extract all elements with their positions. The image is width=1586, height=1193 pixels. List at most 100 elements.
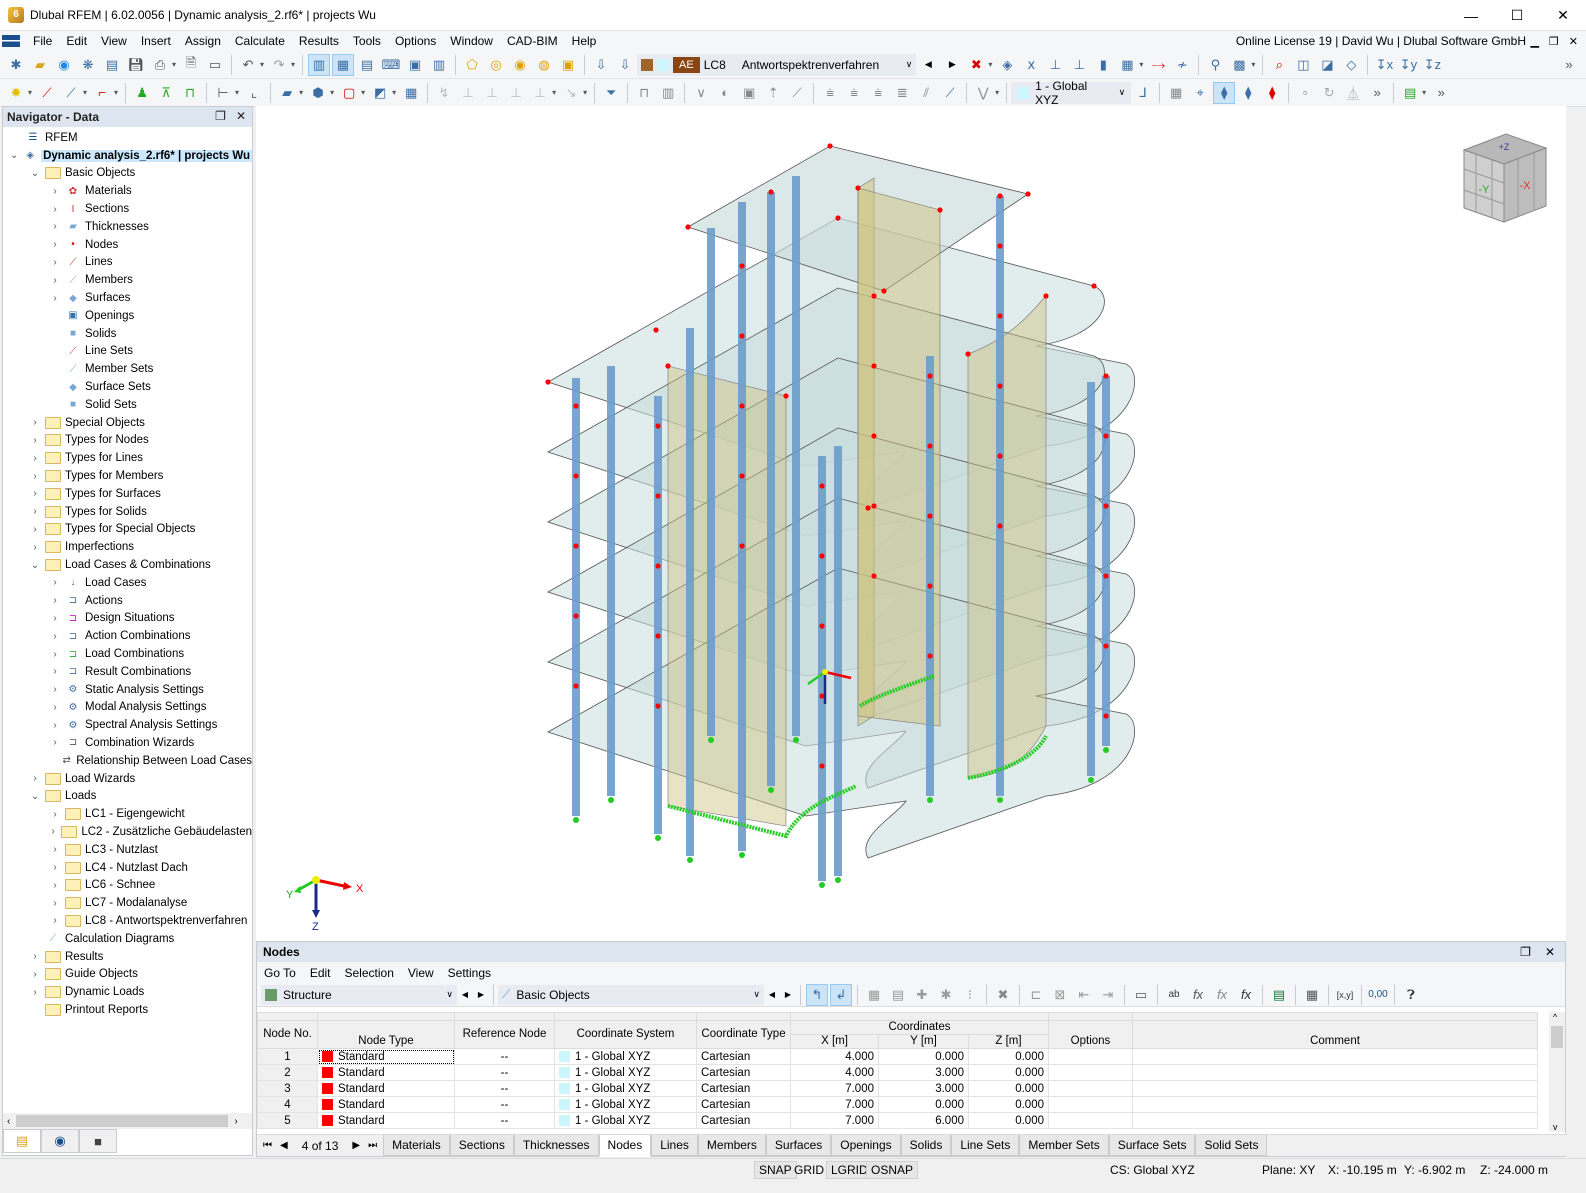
open-folder-icon[interactable]: ▰ — [29, 54, 51, 76]
sync-selection-icon[interactable]: ↲ — [830, 983, 852, 1006]
navigator-toggle-icon[interactable]: ▥ — [308, 53, 331, 76]
options-cell[interactable] — [1048, 1048, 1133, 1065]
table-row[interactable]: 1 Standard -- 1 - Global XYZ Cartesian 4.000 0… — [257, 1048, 1538, 1065]
chevron-right-icon[interactable]: › — [29, 524, 41, 535]
tree-item[interactable]: › ◆ Surfaces — [3, 289, 252, 307]
toolbar-overflow-3-icon[interactable]: » — [1430, 82, 1452, 104]
chevron-down-icon[interactable]: ∨ — [906, 59, 913, 70]
coordinate-system-select[interactable]: 1 - Global XYZ ∨ — [1011, 79, 1132, 107]
new-wall-icon[interactable]: ◩ — [369, 82, 391, 104]
tree-item[interactable]: › ⚙ Modal Analysis Settings — [3, 699, 252, 717]
y-cell[interactable]: 6.000 — [878, 1112, 969, 1129]
frame-icon[interactable]: ⊓ — [633, 82, 655, 104]
coordinate-system-cell[interactable]: 1 - Global XYZ — [554, 1080, 697, 1097]
osnap-toggle[interactable]: OSNAP — [866, 1161, 919, 1179]
chevron-right-icon[interactable]: › — [49, 186, 61, 197]
tree-item[interactable]: › ✿ Materials — [3, 182, 252, 200]
node-no-cell[interactable]: 4 — [257, 1096, 318, 1113]
chevron-right-icon[interactable]: › — [49, 844, 61, 855]
formula-clear-icon[interactable]: fx — [1211, 984, 1233, 1006]
new-line-icon[interactable]: ⟋ — [36, 82, 58, 104]
document-icon[interactable]: ▭ — [204, 54, 226, 76]
chevron-right-icon[interactable]: › — [49, 613, 61, 624]
load-node-icon[interactable]: ↯ — [433, 82, 455, 104]
insert-row-icon[interactable]: ▤ — [887, 984, 909, 1006]
decimals-icon[interactable]: 0,00 — [1367, 984, 1389, 1006]
select-circle-icon[interactable]: ◎ — [485, 54, 507, 76]
redo-icon[interactable]: ↷ — [268, 54, 290, 76]
section-3-icon[interactable]: ⩧ — [867, 82, 889, 104]
support-reactions-icon[interactable]: ⊥ — [1044, 54, 1066, 76]
chevron-right-icon[interactable]: › — [29, 435, 41, 446]
view-edit-icon[interactable]: ◪ — [1316, 54, 1338, 76]
view-box-icon[interactable]: ◫ — [1292, 54, 1314, 76]
x-cell[interactable]: 7.000 — [790, 1112, 879, 1129]
load-solid-icon[interactable]: ⊥ — [529, 82, 551, 104]
chevron-right-icon[interactable]: › — [29, 417, 41, 428]
new-model-icon[interactable]: ✱ — [5, 54, 27, 76]
user-cs-icon[interactable]: ⅃ — [1132, 82, 1154, 104]
view-iso-icon[interactable]: ◇ — [1340, 54, 1362, 76]
vertical-scrollbar[interactable]: ^ v — [1549, 1012, 1565, 1132]
col-options[interactable]: Options — [1048, 1020, 1133, 1049]
grid-toggle[interactable]: GRID — [790, 1161, 828, 1179]
reference-node-cell[interactable]: -- — [454, 1080, 555, 1097]
tree-item[interactable]: › LC1 - Eigengewicht — [3, 805, 252, 823]
tab-materials[interactable]: Materials — [383, 1134, 450, 1156]
render-icon[interactable]: ◐ — [714, 82, 736, 104]
coordinate-system-cell[interactable]: 1 - Global XYZ — [554, 1048, 697, 1065]
col-y[interactable]: Y [m] — [878, 1034, 969, 1049]
solid-view-icon[interactable]: ▣ — [738, 82, 760, 104]
tree-item[interactable]: ⟋ Member Sets — [3, 360, 252, 378]
table-settings-icon[interactable]: ▦ — [1301, 984, 1323, 1006]
maximize-button[interactable]: ☐ — [1494, 0, 1540, 31]
tree-item[interactable]: ⟋ Calculation Diagrams — [3, 930, 252, 948]
node-no-cell[interactable]: 5 — [257, 1112, 318, 1129]
z-cell[interactable]: 0.000 — [968, 1064, 1049, 1081]
tree-item[interactable]: › Types for Special Objects — [3, 521, 252, 539]
deformation-icon[interactable]: ⤍ — [1147, 54, 1169, 76]
x-cell[interactable]: 4.000 — [790, 1064, 879, 1081]
console-icon[interactable]: ⌨ — [380, 54, 402, 76]
tree-item[interactable]: › Results — [3, 948, 252, 966]
table-row[interactable]: 5 Standard -- 1 - Global XYZ Cartesian 7.000 6… — [257, 1112, 1538, 1129]
table-row[interactable]: 4 Standard -- 1 - Global XYZ Cartesian 7.000 0… — [257, 1096, 1538, 1113]
col-node-type[interactable]: Node Type — [317, 1020, 455, 1049]
prev-page-icon[interactable]: ◀ — [280, 1140, 288, 1151]
tree-item[interactable]: › Guide Objects — [3, 965, 252, 983]
chevron-right-icon[interactable]: › — [29, 542, 41, 553]
mdi-restore-icon[interactable]: ❐ — [1549, 35, 1559, 48]
add-icon[interactable]: ✚ — [911, 984, 933, 1006]
menu-results[interactable]: Results — [292, 34, 346, 48]
work-plane-xy-icon[interactable]: ⧫ — [1213, 81, 1236, 104]
work-plane-yz-icon[interactable]: ⧫ — [1237, 82, 1259, 104]
new-hinge-icon[interactable]: ⊓ — [179, 82, 201, 104]
comment-cell[interactable] — [1132, 1096, 1538, 1113]
y-cell[interactable]: 0.000 — [878, 1048, 969, 1065]
tree-item[interactable]: › Imperfections — [3, 538, 252, 556]
select-filter-icon[interactable]: ▣ — [557, 54, 579, 76]
col-x[interactable]: X [m] — [790, 1034, 879, 1049]
options-cell[interactable] — [1048, 1080, 1133, 1097]
select-surface-icon[interactable]: ⬠ — [461, 54, 483, 76]
select-in-model-icon[interactable]: ↰ — [806, 983, 828, 1006]
new-solid-icon[interactable]: ⬢ — [307, 82, 329, 104]
prev-icon[interactable]: ◀ — [458, 984, 472, 1006]
chevron-right-icon[interactable]: › — [49, 880, 61, 891]
panel-menu-goto[interactable]: Go To — [257, 966, 303, 980]
minimize-button[interactable]: — — [1448, 0, 1494, 31]
x-cell[interactable]: 7.000 — [790, 1080, 879, 1097]
visibility-icon[interactable]: ⋁ — [972, 82, 994, 104]
col-coordinate-system[interactable]: Coordinate System — [554, 1020, 697, 1049]
tree-item[interactable]: › • Nodes — [3, 236, 252, 254]
tab-openings[interactable]: Openings — [831, 1134, 901, 1156]
nav-tab-display-icon[interactable]: ◉ — [41, 1129, 79, 1153]
clear-row-icon[interactable]: ⊠ — [1049, 984, 1071, 1006]
tab-surfaces[interactable]: Surfaces — [765, 1134, 832, 1156]
col-reference-node[interactable]: Reference Node — [454, 1020, 555, 1049]
z-cell[interactable]: 0.000 — [968, 1048, 1049, 1065]
nav-tab-data-icon[interactable]: ▤ — [3, 1129, 41, 1153]
table-toggle-icon[interactable]: ▦ — [332, 53, 355, 76]
chevron-down-icon[interactable]: ⌄ — [29, 791, 41, 802]
report-icon[interactable]: 🗎︎ — [180, 54, 202, 76]
